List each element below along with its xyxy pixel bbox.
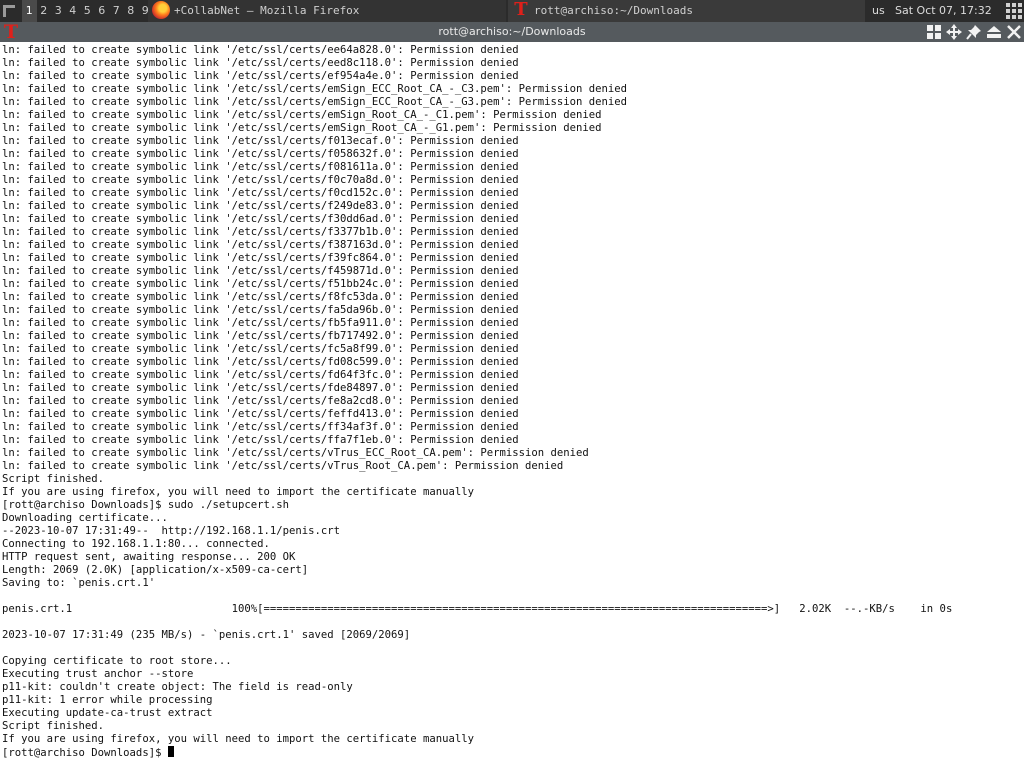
terminal-line: ln: failed to create symbolic link '/etc… bbox=[2, 109, 602, 121]
terminal-line: ln: failed to create symbolic link '/etc… bbox=[2, 96, 628, 108]
terminal-line: Script finished. bbox=[2, 473, 105, 485]
top-panel: 123456789 +CollabNet — Mozilla Firefox T… bbox=[0, 0, 1024, 22]
terminal-line: ln: failed to create symbolic link '/etc… bbox=[2, 395, 519, 407]
workspace-2[interactable]: 2 bbox=[37, 0, 52, 22]
terminal-line: ln: failed to create symbolic link '/etc… bbox=[2, 304, 519, 316]
window-controls bbox=[926, 24, 1022, 40]
terminal-line: Executing update-ca-trust extract bbox=[2, 707, 213, 719]
terminal-line: [rott@archiso Downloads]$ sudo ./setupce… bbox=[2, 499, 290, 511]
terminal-line: Copying certificate to root store... bbox=[2, 655, 232, 667]
terminal-line: ln: failed to create symbolic link '/etc… bbox=[2, 291, 519, 303]
app-grid-icon[interactable] bbox=[1006, 3, 1022, 19]
terminal-line: ln: failed to create symbolic link '/etc… bbox=[2, 434, 519, 446]
workspace-switcher: 123456789 bbox=[22, 0, 153, 22]
terminal-line: ln: failed to create symbolic link '/etc… bbox=[2, 408, 519, 420]
terminal-line: ln: failed to create symbolic link '/etc… bbox=[2, 369, 519, 381]
terminal-line: Downloading certificate... bbox=[2, 512, 168, 524]
workspace-8[interactable]: 8 bbox=[124, 0, 139, 22]
terminal-line: ln: failed to create symbolic link '/etc… bbox=[2, 161, 519, 173]
terminal-line: ln: failed to create symbolic link '/etc… bbox=[2, 278, 519, 290]
terminal-line: ln: failed to create symbolic link '/etc… bbox=[2, 421, 519, 433]
workspace-5[interactable]: 5 bbox=[80, 0, 95, 22]
terminal-line: Saving to: `penis.crt.1' bbox=[2, 577, 156, 589]
layout-grid-icon[interactable] bbox=[926, 24, 942, 40]
terminal-line: ln: failed to create symbolic link '/etc… bbox=[2, 57, 519, 69]
close-icon[interactable] bbox=[1006, 24, 1022, 40]
terminal-line: Script finished. bbox=[2, 720, 105, 732]
terminal-line: ln: failed to create symbolic link '/etc… bbox=[2, 239, 519, 251]
workspace-1[interactable]: 1 bbox=[22, 0, 37, 22]
workspace-6[interactable]: 6 bbox=[95, 0, 110, 22]
terminal-line: ln: failed to create symbolic link '/etc… bbox=[2, 343, 519, 355]
terminal-output[interactable]: ln: failed to create symbolic link '/etc… bbox=[0, 42, 1024, 768]
terminal-line: ln: failed to create symbolic link '/etc… bbox=[2, 226, 519, 238]
terminal-line: ln: failed to create symbolic link '/etc… bbox=[2, 330, 519, 342]
pin-icon[interactable] bbox=[966, 24, 982, 40]
taskbar-item-terminal[interactable]: Trott@archiso:~/Downloads bbox=[508, 0, 865, 22]
system-tray: us Sat Oct 07, 17:32 bbox=[866, 0, 1024, 22]
terminal-line: HTTP request sent, awaiting response... … bbox=[2, 551, 296, 563]
terminal-line: p11-kit: couldn't create object: The fie… bbox=[2, 681, 353, 693]
terminal-line: ln: failed to create symbolic link '/etc… bbox=[2, 148, 519, 160]
keyboard-layout-indicator[interactable]: us bbox=[872, 0, 885, 22]
window-titlebar[interactable]: T rott@archiso:~/Downloads bbox=[0, 22, 1024, 42]
text-cursor bbox=[167, 746, 174, 757]
taskbar-item-label: rott@archiso:~/Downloads bbox=[534, 4, 693, 17]
terminal-line: ln: failed to create symbolic link '/etc… bbox=[2, 44, 519, 56]
terminal-line: 2023-10-07 17:31:49 (235 MB/s) - `penis.… bbox=[2, 629, 411, 641]
terminal-line: ln: failed to create symbolic link '/etc… bbox=[2, 83, 628, 95]
terminal-line: ln: failed to create symbolic link '/etc… bbox=[2, 135, 519, 147]
terminal-prompt-line[interactable]: [rott@archiso Downloads]$ bbox=[2, 746, 1024, 759]
terminal-line: Executing trust anchor --store bbox=[2, 668, 194, 680]
terminal-line: ln: failed to create symbolic link '/etc… bbox=[2, 187, 519, 199]
firefox-icon bbox=[152, 1, 170, 19]
taskbar-item-firefox[interactable]: +CollabNet — Mozilla Firefox bbox=[148, 0, 506, 22]
window-title: rott@archiso:~/Downloads bbox=[438, 25, 586, 38]
workspace-4[interactable]: 4 bbox=[66, 0, 81, 22]
terminal-line: ln: failed to create symbolic link '/etc… bbox=[2, 382, 519, 394]
terminal-line: p11-kit: 1 error while processing bbox=[2, 694, 213, 706]
terminal-line: penis.crt.1 100%[=======================… bbox=[2, 603, 953, 615]
terminal-line: ln: failed to create symbolic link '/etc… bbox=[2, 174, 519, 186]
workspace-3[interactable]: 3 bbox=[51, 0, 66, 22]
taskbar-item-label: +CollabNet — Mozilla Firefox bbox=[174, 4, 360, 17]
terminal-icon: T bbox=[514, 0, 528, 20]
launcher-menu-icon[interactable] bbox=[2, 3, 18, 19]
terminal-line: ln: failed to create symbolic link '/etc… bbox=[2, 213, 519, 225]
terminal-line: ln: failed to create symbolic link '/etc… bbox=[2, 252, 519, 264]
terminal-line: ln: failed to create symbolic link '/etc… bbox=[2, 70, 519, 82]
terminal-line: ln: failed to create symbolic link '/etc… bbox=[2, 356, 519, 368]
maximize-icon[interactable] bbox=[986, 24, 1002, 40]
terminal-line: ln: failed to create symbolic link '/etc… bbox=[2, 447, 589, 459]
shell-prompt: [rott@archiso Downloads]$ bbox=[2, 747, 168, 759]
terminal-line: --2023-10-07 17:31:49-- http://192.168.1… bbox=[2, 525, 341, 537]
terminal-line: ln: failed to create symbolic link '/etc… bbox=[2, 122, 602, 134]
terminal-line: ln: failed to create symbolic link '/etc… bbox=[2, 460, 564, 472]
terminal-line: If you are using firefox, you will need … bbox=[2, 733, 474, 745]
clock[interactable]: Sat Oct 07, 17:32 bbox=[895, 0, 992, 22]
workspace-7[interactable]: 7 bbox=[109, 0, 124, 22]
terminal-line: Length: 2069 (2.0K) [application/x-x509-… bbox=[2, 564, 309, 576]
terminal-line: ln: failed to create symbolic link '/etc… bbox=[2, 265, 519, 277]
terminal-line: ln: failed to create symbolic link '/etc… bbox=[2, 317, 519, 329]
move-icon[interactable] bbox=[946, 24, 962, 40]
terminal-line: If you are using firefox, you will need … bbox=[2, 486, 474, 498]
terminal-line: Connecting to 192.168.1.1:80... connecte… bbox=[2, 538, 270, 550]
terminal-line: ln: failed to create symbolic link '/etc… bbox=[2, 200, 519, 212]
